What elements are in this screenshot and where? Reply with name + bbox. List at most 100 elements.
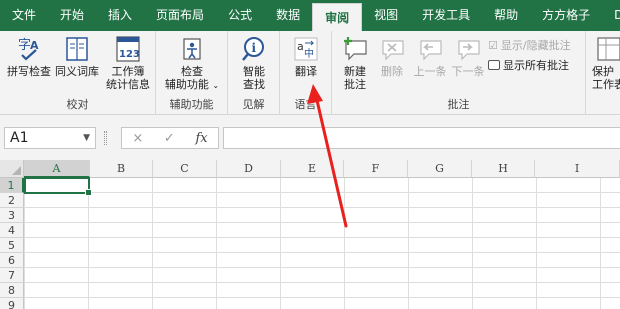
show-hide-comment-icon: ☑ [488,38,498,52]
translate-button[interactable]: a 中 翻译 [284,35,328,78]
column-header-a[interactable]: A [24,160,90,178]
worksheet-grid[interactable]: A B C D E F G H I 1 2 3 4 5 6 7 8 9 [0,160,620,309]
tab-file[interactable]: 文件 [0,0,48,31]
column-header-c[interactable]: C [153,160,217,178]
protect-sheet-icon [597,37,620,61]
show-hide-comment-button[interactable]: ☑ 显示/隐藏批注 [488,37,571,53]
tab-data[interactable]: 数据 [264,0,312,31]
tab-home[interactable]: 开始 [48,0,96,31]
group-protect: 保护 工作表 [586,31,620,115]
column-header-f[interactable]: F [344,160,408,178]
check-accessibility-button[interactable]: 检查 辅助功能 ⌄ [160,35,224,92]
group-insights-label: 见解 [242,98,265,111]
protect-sheet-label-2: 工作表 [592,78,620,91]
group-insights: i 智能 查找 见解 [228,31,280,115]
insert-function-icon[interactable]: fx [195,131,207,146]
smart-lookup-button[interactable]: i 智能 查找 [232,35,276,91]
column-header-h[interactable]: H [472,160,535,178]
tab-diy-tools[interactable]: DIY工具 [602,0,620,31]
active-cell-a1[interactable] [24,177,92,196]
tab-formulas[interactable]: 公式 [216,0,264,31]
delete-comment-icon [382,40,404,61]
new-comment-button[interactable]: 新建 批注 [336,35,374,91]
delete-comment-label: 删除 [381,65,403,78]
column-header-d[interactable]: D [217,160,281,178]
translate-label: 翻译 [295,65,317,78]
cancel-icon[interactable]: × [132,131,143,146]
show-all-comments-button[interactable]: 显示所有批注 [488,57,569,73]
group-proofing: 字 A 拼写检查 同义词库 123 工作簿 统计信息 校对 [0,31,156,115]
workbook-statistics-icon: 123 [116,36,140,62]
name-box[interactable]: A1 ▼ [4,127,96,149]
previous-comment-label: 上一条 [413,65,447,78]
column-header-e[interactable]: E [281,160,344,178]
next-comment-button[interactable]: 下一条 [449,35,487,78]
protect-sheet-button[interactable]: 保护 工作表 [592,35,620,91]
group-language-label: 语言 [294,98,317,111]
row-header-8[interactable]: 8 [0,283,24,298]
svg-text:123: 123 [119,49,140,60]
formula-input[interactable] [223,127,620,149]
next-comment-icon [458,40,480,61]
show-hide-comment-label: 显示/隐藏批注 [500,39,571,52]
enter-icon[interactable]: ✓ [164,131,175,146]
name-box-value: A1 [10,130,29,146]
row-header-4[interactable]: 4 [0,223,24,238]
workbook-statistics-button[interactable]: 123 工作簿 统计信息 [102,35,154,91]
accessibility-check-icon [183,38,201,60]
new-comment-label-1: 新建 [344,65,366,78]
previous-comment-button[interactable]: 上一条 [411,35,449,78]
group-comments-label: 批注 [447,98,470,111]
select-all-button[interactable] [0,160,24,178]
group-accessibility-label: 辅助功能 [169,98,214,111]
next-comment-label: 下一条 [451,65,485,78]
smart-lookup-icon: i [242,37,264,61]
tab-review[interactable]: 审阅 [312,3,363,31]
column-header-i[interactable]: I [535,160,620,178]
row-header-7[interactable]: 7 [0,268,24,283]
show-all-comments-label: 显示所有批注 [503,59,569,72]
translate-icon: a 中 [294,37,318,61]
check-accessibility-label-2: 辅助功能 [164,78,209,91]
row-header-6[interactable]: 6 [0,253,24,268]
row-header-5[interactable]: 5 [0,238,24,253]
new-comment-label-2: 批注 [344,78,366,91]
group-proofing-label: 校对 [66,98,89,111]
show-all-comments-icon [488,60,500,70]
name-box-dropdown-icon[interactable]: ▼ [83,128,90,148]
cell-area[interactable] [24,178,620,309]
ribbon-review: 字 A 拼写检查 同义词库 123 工作簿 统计信息 校对 检查 辅助功能 ⌄ … [0,31,620,115]
smart-lookup-label-1: 智能 [243,65,265,78]
new-comment-icon [344,37,367,61]
group-accessibility: 检查 辅助功能 ⌄ 辅助功能 [156,31,228,115]
tab-fangfang-gezi[interactable]: 方方格子 [530,0,602,31]
protect-sheet-label-1: 保护 [592,65,614,78]
spell-check-label: 拼写检查 [7,65,51,78]
tab-insert[interactable]: 插入 [96,0,144,31]
ribbon-tab-strip: 文件 开始 插入 页面布局 公式 数据 审阅 视图 开发工具 帮助 方方格子 D… [0,0,620,31]
chevron-down-icon: ⌄ [212,81,220,90]
tab-help[interactable]: 帮助 [482,0,530,31]
tab-page-layout[interactable]: 页面布局 [144,0,216,31]
thesaurus-book-icon [66,37,88,61]
column-header-g[interactable]: G [408,160,472,178]
thesaurus-label: 同义词库 [55,65,99,78]
formula-bar-resize-handle[interactable] [104,131,107,145]
row-header-9[interactable]: 9 [0,298,24,309]
spell-check-icon: 字 A [18,38,39,61]
delete-comment-button[interactable]: 删除 [375,35,409,78]
svg-text:中: 中 [304,47,314,60]
previous-comment-icon [420,40,442,61]
row-header-1[interactable]: 1 [0,178,24,193]
smart-lookup-label-2: 查找 [243,78,265,91]
tab-developer[interactable]: 开发工具 [410,0,482,31]
row-header-2[interactable]: 2 [0,193,24,208]
thesaurus-button[interactable]: 同义词库 [54,35,100,78]
workbook-statistics-label-2: 统计信息 [106,78,150,91]
row-header-3[interactable]: 3 [0,208,24,223]
column-header-b[interactable]: B [90,160,153,178]
formula-buttons: × ✓ fx [121,127,219,149]
tab-view[interactable]: 视图 [362,0,410,31]
svg-text:a: a [297,40,304,53]
spell-check-button[interactable]: 字 A 拼写检查 [6,35,52,78]
